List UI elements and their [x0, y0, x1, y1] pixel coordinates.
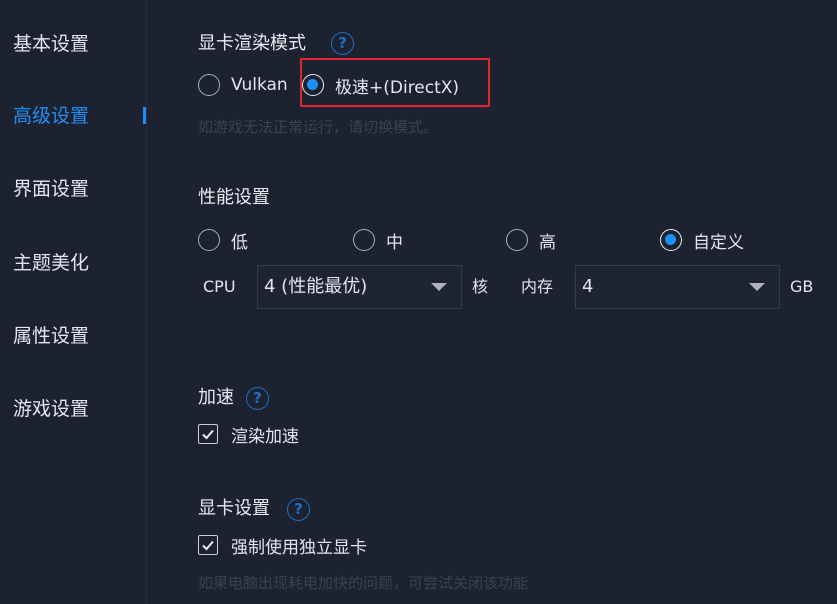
sidebar-item-game[interactable]: 游戏设置 [13, 394, 89, 424]
cpu-select[interactable]: 4 (性能最优) [257, 265, 462, 309]
question-circle-icon[interactable]: ? [246, 387, 269, 410]
highlight-box [300, 58, 490, 107]
checkbox-label: 渲染加速 [231, 426, 299, 447]
radio-custom[interactable]: 自定义 [660, 227, 744, 253]
radio-label: 中 [386, 232, 403, 253]
force-dedicated-gpu-checkbox[interactable]: 强制使用独立显卡 [198, 533, 367, 558]
radio-circle-icon [506, 229, 528, 251]
sidebar-item-properties[interactable]: 属性设置 [13, 321, 89, 351]
memory-label: 内存 [521, 277, 554, 296]
acceleration-title: 加速 [198, 387, 234, 408]
question-circle-icon[interactable]: ? [287, 498, 310, 521]
radio-label: 高 [539, 232, 556, 253]
render-mode-title: 显卡渲染模式 [198, 33, 306, 54]
sidebar-item-basic[interactable]: 基本设置 [13, 29, 89, 59]
cpu-label: CPU [203, 277, 236, 296]
checkbox-label: 强制使用独立显卡 [231, 537, 367, 558]
radio-high[interactable]: 高 [506, 227, 556, 253]
chevron-down-icon [431, 283, 447, 291]
radio-circle-icon [198, 74, 220, 96]
cpu-unit: 核 [472, 277, 489, 296]
render-mode-hint: 如游戏无法正常运行，请切换模式。 [198, 118, 439, 136]
checkbox-checked-icon [198, 424, 218, 444]
sidebar-item-interface[interactable]: 界面设置 [13, 174, 89, 204]
radio-label: 低 [231, 232, 248, 253]
radio-circle-icon [198, 229, 220, 251]
radio-label: 自定义 [693, 232, 744, 253]
memory-unit: GB [790, 277, 814, 296]
cpu-select-value: 4 (性能最优) [264, 276, 368, 297]
question-circle-icon[interactable]: ? [331, 32, 354, 55]
radio-medium[interactable]: 中 [353, 227, 403, 253]
sidebar: 基本设置 高级设置 界面设置 主题美化 属性设置 游戏设置 [0, 0, 147, 604]
memory-select-value: 4 [582, 276, 594, 297]
performance-title: 性能设置 [198, 187, 270, 208]
sidebar-item-advanced[interactable]: 高级设置 [13, 101, 89, 131]
radio-low[interactable]: 低 [198, 227, 248, 253]
render-acceleration-checkbox[interactable]: 渲染加速 [198, 422, 299, 447]
gpu-hint: 如果电脑出现耗电加快的问题，可尝试关闭该功能 [198, 574, 529, 592]
sidebar-item-theme[interactable]: 主题美化 [13, 248, 89, 278]
radio-circle-icon [353, 229, 375, 251]
radio-vulkan[interactable]: Vulkan [198, 72, 288, 98]
sidebar-divider [146, 0, 147, 604]
radio-label: Vulkan [231, 75, 288, 95]
settings-window: 基本设置 高级设置 界面设置 主题美化 属性设置 游戏设置 显卡渲染模式 ? V… [0, 0, 837, 604]
radio-checked-icon [660, 229, 682, 251]
gpu-title: 显卡设置 [198, 498, 270, 519]
chevron-down-icon [749, 283, 765, 291]
memory-select[interactable]: 4 [575, 265, 780, 309]
checkbox-checked-icon [198, 535, 218, 555]
